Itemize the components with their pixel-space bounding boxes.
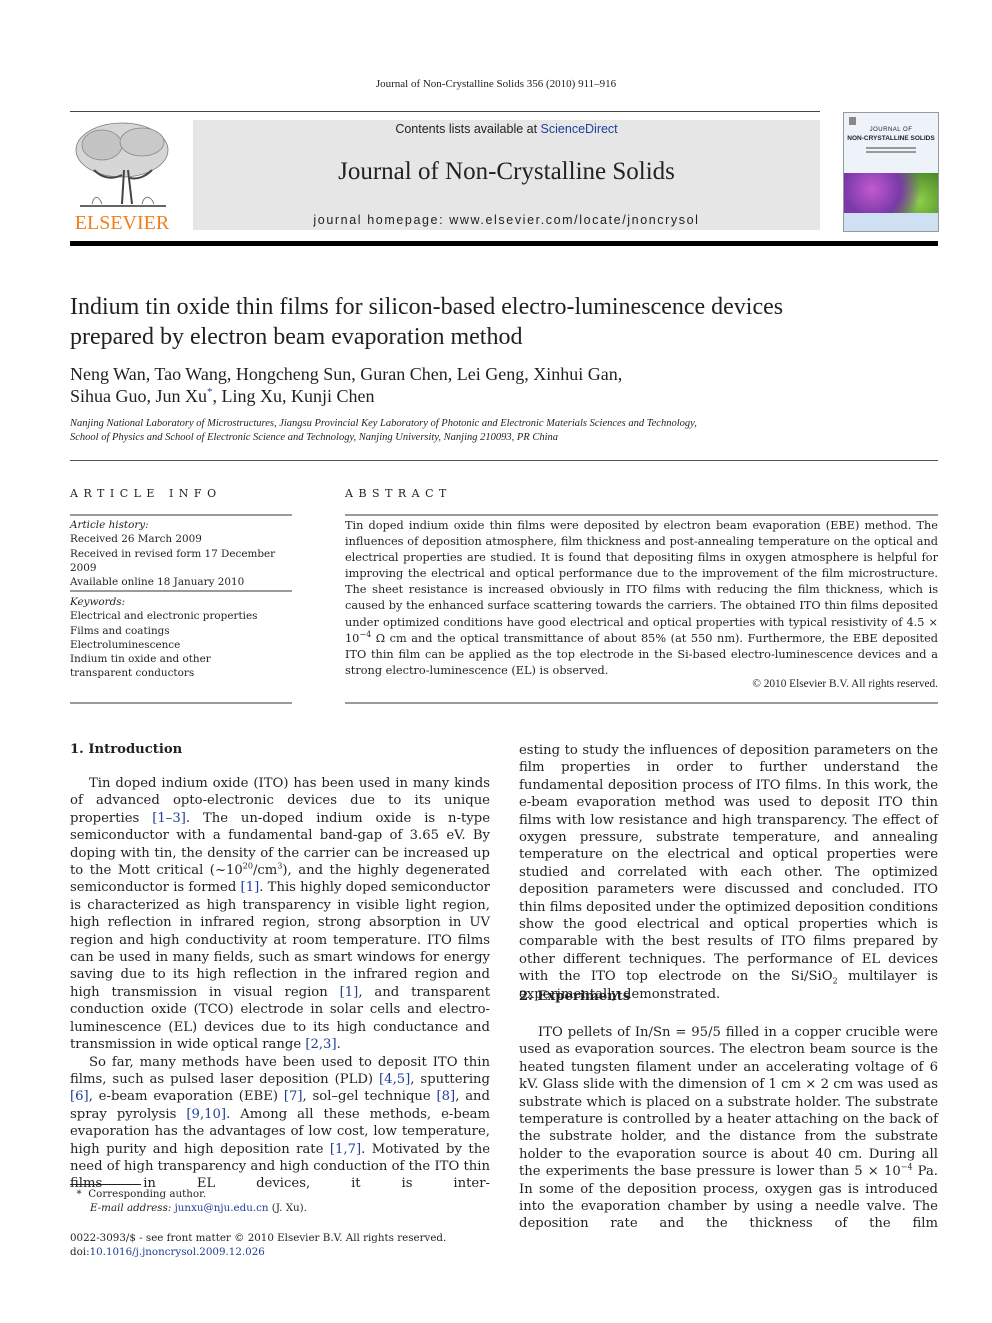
abstract-text: Tin doped indium oxide thin films were d…: [345, 518, 938, 679]
abstract-superscript: −4: [359, 629, 372, 639]
header-divider: [70, 111, 820, 112]
title-divider: [70, 460, 938, 461]
issn-line: 0022-3093/$ - see front matter © 2010 El…: [70, 1232, 447, 1244]
section-heading-introduction: 1. Introduction: [70, 742, 183, 757]
history-label: Article history:: [70, 519, 149, 531]
experiments-paragraph-1: ITO pellets of In/Sn = 95/5 filled in a …: [519, 1024, 938, 1233]
sciencedirect-link[interactable]: ScienceDirect: [541, 122, 618, 136]
keyword-item: Films and coatings: [70, 624, 170, 637]
article-info-rule-mid: [70, 590, 292, 592]
abstract-rule-bottom: [345, 702, 938, 704]
elsevier-tree-icon: [75, 122, 169, 207]
text: , e-beam evaporation (EBE): [88, 1089, 284, 1105]
keywords: Keywords: Electrical and electronic prop…: [70, 595, 300, 681]
intro-paragraph-2: So far, many methods have been used to d…: [70, 1054, 490, 1193]
article-info-rule-bottom: [70, 702, 292, 704]
citation-link[interactable]: [8]: [437, 1089, 456, 1104]
doi-line: doi:10.1016/j.jnoncrysol.2009.12.026: [70, 1245, 500, 1259]
author-list: Neng Wan, Tao Wang, Hongcheng Sun, Guran…: [70, 363, 930, 407]
citation-link[interactable]: [1–3]: [152, 811, 186, 826]
citation-link[interactable]: [2,3]: [305, 1037, 336, 1052]
footnote-star: *: [76, 1188, 82, 1200]
corresponding-author-note: * Corresponding author.: [70, 1187, 500, 1201]
text: /cm: [252, 863, 278, 879]
intro-paragraph-1: Tin doped indium oxide (ITO) has been us…: [70, 775, 490, 1054]
title-line-1: Indium tin oxide thin films for silicon-…: [70, 294, 784, 320]
history-online: Available online 18 January 2010: [70, 576, 245, 589]
superscript: −4: [900, 1162, 913, 1172]
citation-link[interactable]: [6]: [70, 1089, 89, 1104]
text: ITO pellets of In/Sn = 95/5 filled in a …: [519, 1025, 938, 1180]
journal-cover-thumbnail[interactable]: JOURNAL OF NON-CRYSTALLINE SOLIDS: [843, 112, 939, 232]
footnote: * Corresponding author. E-mail address: …: [70, 1187, 500, 1215]
header-thick-rule: [70, 241, 938, 246]
affiliation-line-2: School of Physics and School of Electron…: [70, 432, 558, 443]
affiliation: Nanjing National Laboratory of Microstru…: [70, 417, 930, 445]
authors-line-2-b: , Ling Xu, Kunji Chen: [212, 386, 375, 406]
journal-banner: Contents lists available at ScienceDirec…: [193, 120, 820, 230]
cover-subtitle-lines: [866, 147, 916, 149]
email-label: E-mail address:: [90, 1202, 172, 1214]
body-column-right: esting to study the influences of deposi…: [519, 742, 938, 1003]
front-matter: 0022-3093/$ - see front matter © 2010 El…: [70, 1231, 500, 1259]
authors-line-2-a: Sihua Guo, Jun Xu: [70, 386, 208, 406]
cover-artwork: [844, 173, 938, 213]
citation-link[interactable]: [1]: [241, 880, 260, 895]
corresponding-label: Corresponding author.: [88, 1188, 207, 1200]
text: . This highly doped semiconductor is cha…: [70, 880, 490, 1000]
body-column-left: Tin doped indium oxide (ITO) has been us…: [70, 775, 490, 1193]
intro-paragraph-2-continued: esting to study the influences of deposi…: [519, 742, 938, 1003]
doi-label: doi:: [70, 1246, 90, 1258]
running-head: Journal of Non-Crystalline Solids 356 (2…: [375, 78, 617, 90]
citation-link[interactable]: [9,10]: [186, 1107, 226, 1122]
title-line-2: prepared by electron beam evaporation me…: [70, 324, 523, 350]
text: esting to study the influences of deposi…: [519, 743, 938, 985]
elsevier-logo[interactable]: ELSEVIER: [70, 120, 174, 234]
email-line: E-mail address: junxu@nju.edu.cn (J. Xu)…: [70, 1201, 500, 1215]
superscript: 20: [242, 861, 253, 871]
abstract-copyright: © 2010 Elsevier B.V. All rights reserved…: [752, 678, 938, 690]
contents-prefix: Contents lists available at: [395, 122, 541, 136]
elsevier-wordmark: ELSEVIER: [74, 212, 170, 234]
journal-name: Journal of Non-Crystalline Solids: [338, 158, 675, 185]
cover-header: [844, 113, 938, 173]
authors-line-2: Sihua Guo, Jun Xu*, Ling Xu, Kunji Chen: [70, 385, 930, 407]
article-history: Article history: Received 26 March 2009 …: [70, 518, 300, 589]
citation-link[interactable]: [4,5]: [379, 1072, 410, 1087]
article-info-rule-top: [70, 514, 292, 516]
abstract-text-b: Ω cm and the optical transmittance of ab…: [345, 631, 938, 677]
history-revised: Received in revised form 17 December 200…: [70, 547, 276, 574]
cover-elsevier-icon: [849, 117, 856, 125]
abstract-heading: ABSTRACT: [345, 487, 452, 500]
doi-link[interactable]: 10.1016/j.jnoncrysol.2009.12.026: [90, 1246, 265, 1258]
abstract-text-a: Tin doped indium oxide thin films were d…: [345, 519, 938, 645]
journal-homepage-link[interactable]: journal homepage: www.elsevier.com/locat…: [193, 213, 820, 227]
authors-line-1: Neng Wan, Tao Wang, Hongcheng Sun, Guran…: [70, 364, 623, 384]
article-info-heading: ARTICLE INFO: [70, 487, 222, 500]
experiments-column: ITO pellets of In/Sn = 95/5 filled in a …: [519, 1024, 938, 1233]
keywords-label: Keywords:: [70, 596, 126, 608]
article-title: Indium tin oxide thin films for silicon-…: [70, 292, 930, 352]
citation-link[interactable]: [1]: [340, 985, 359, 1000]
citation-link[interactable]: [1,7]: [330, 1142, 361, 1157]
cover-title-line2: NON-CRYSTALLINE SOLIDS: [847, 135, 935, 142]
citation-link[interactable]: [7]: [284, 1089, 303, 1104]
abstract-rule-top: [345, 514, 938, 516]
affiliation-line-1: Nanjing National Laboratory of Microstru…: [70, 418, 697, 429]
section-heading-experiments: 2. Experiments: [519, 989, 631, 1004]
keyword-item: Electroluminescence: [70, 638, 181, 651]
keyword-item: Indium tin oxide and other transparent c…: [70, 653, 211, 680]
text: .: [336, 1037, 341, 1053]
contents-line: Contents lists available at ScienceDirec…: [193, 122, 820, 136]
history-received: Received 26 March 2009: [70, 533, 202, 546]
text: , sol–gel technique: [302, 1089, 437, 1105]
footnote-rule: [70, 1184, 141, 1185]
text: , sputtering: [410, 1071, 490, 1087]
keyword-item: Electrical and electronic properties: [70, 610, 258, 623]
cover-footer: [844, 213, 938, 231]
cover-title-line1: JOURNAL OF: [869, 127, 913, 133]
email-suffix: (J. Xu).: [268, 1202, 307, 1214]
email-link[interactable]: junxu@nju.edu.cn: [175, 1202, 269, 1214]
